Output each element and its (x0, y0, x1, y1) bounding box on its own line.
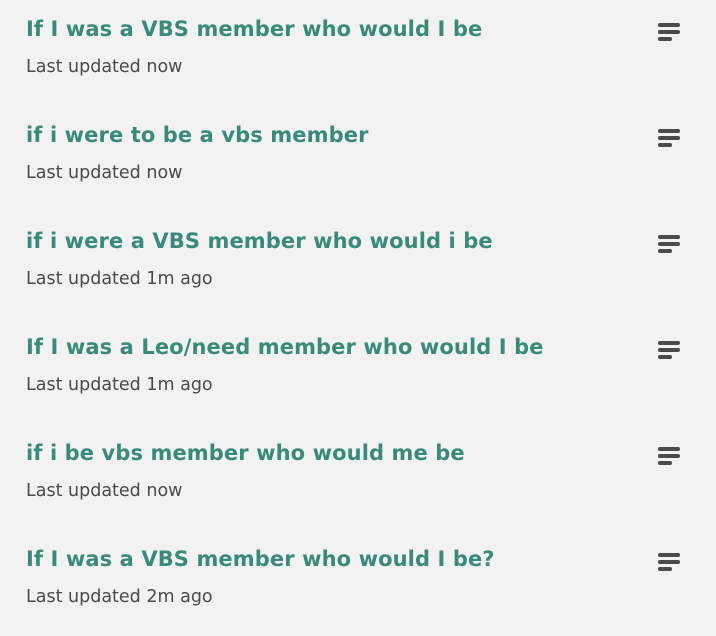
sort-lines-icon[interactable] (658, 553, 682, 573)
sort-lines-icon[interactable] (658, 341, 682, 361)
item-title[interactable]: if i were a VBS member who would i be (26, 229, 493, 253)
item-title[interactable]: If I was a Leo/need member who would I b… (26, 335, 544, 359)
item-last-updated: Last updated now (26, 163, 183, 183)
item-title[interactable]: if i were to be a vbs member (26, 123, 369, 147)
list-item[interactable]: if i were a VBS member who would i be La… (0, 212, 716, 318)
item-last-updated: Last updated now (26, 481, 183, 501)
item-title[interactable]: If I was a VBS member who would I be (26, 17, 482, 41)
quiz-list: If I was a VBS member who would I be Las… (0, 0, 716, 636)
item-last-updated: Last updated 1m ago (26, 375, 213, 395)
list-item[interactable]: if i were to be a vbs member Last update… (0, 106, 716, 212)
item-title[interactable]: if i be vbs member who would me be (26, 441, 465, 465)
item-last-updated: Last updated now (26, 57, 183, 77)
list-item[interactable]: If I was a VBS member who would I be? La… (0, 530, 716, 636)
list-item[interactable]: If I was a Leo/need member who would I b… (0, 318, 716, 424)
sort-lines-icon[interactable] (658, 129, 682, 149)
sort-lines-icon[interactable] (658, 447, 682, 467)
item-last-updated: Last updated 2m ago (26, 587, 213, 607)
item-title[interactable]: If I was a VBS member who would I be? (26, 547, 495, 571)
sort-lines-icon[interactable] (658, 23, 682, 43)
list-item[interactable]: if i be vbs member who would me be Last … (0, 424, 716, 530)
item-last-updated: Last updated 1m ago (26, 269, 213, 289)
list-item[interactable]: If I was a VBS member who would I be Las… (0, 0, 716, 106)
sort-lines-icon[interactable] (658, 235, 682, 255)
